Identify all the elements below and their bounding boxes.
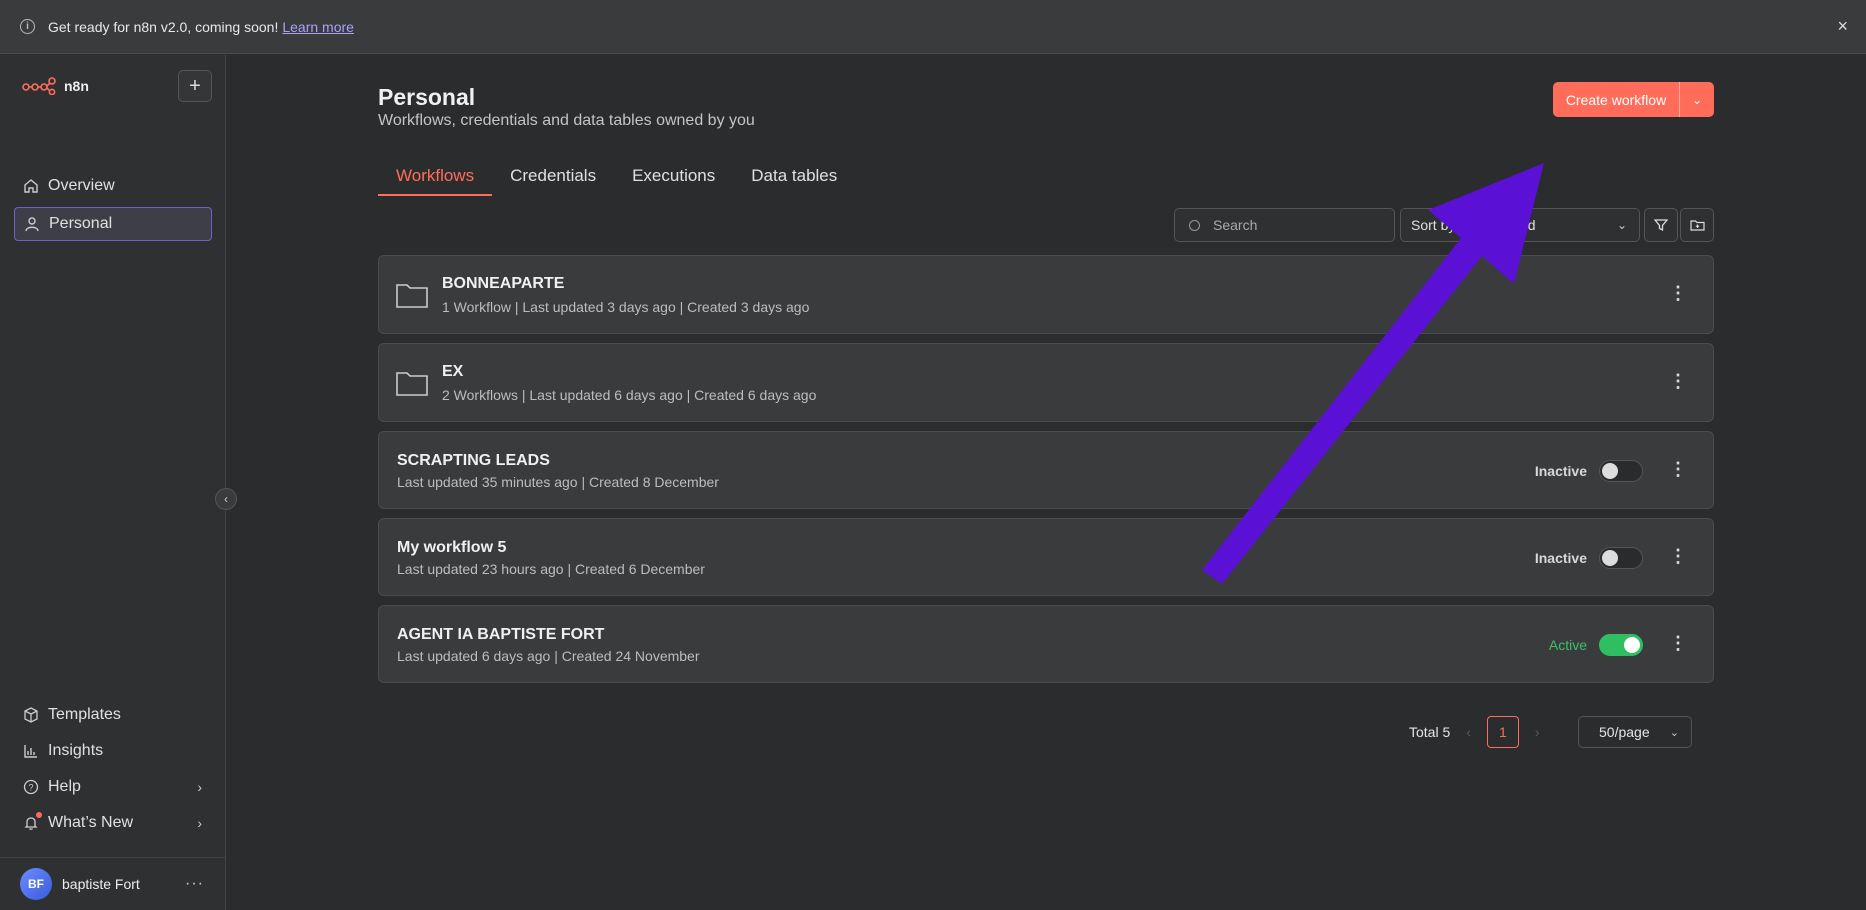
sidebar-item-label: Overview <box>48 177 115 194</box>
sidebar-item-whats-new[interactable]: What’s New › <box>14 806 212 840</box>
workflow-meta: Last updated 23 hours ago | Created 6 De… <box>397 561 705 577</box>
search-icon <box>1189 219 1200 231</box>
workflow-name[interactable]: AGENT IA BAPTISTE FORT <box>397 626 604 644</box>
learn-more-link[interactable]: Learn more <box>282 19 354 35</box>
workflow-status: Inactive <box>1534 463 1587 479</box>
tab-credentials[interactable]: Credentials <box>492 160 614 196</box>
create-workflow-button[interactable]: Create workflow ⌄ <box>1553 82 1714 117</box>
workflow-card[interactable]: SCRAPTING LEADS Last updated 35 minutes … <box>378 431 1714 509</box>
workflow-card[interactable]: AGENT IA BAPTISTE FORT Last updated 6 da… <box>378 605 1714 683</box>
prev-page-icon[interactable]: ‹ <box>1466 724 1471 740</box>
more-vertical-icon[interactable]: ⋮ <box>1669 633 1687 654</box>
sort-value: Sort by last updated <box>1411 217 1536 233</box>
n8n-logo[interactable]: n8n <box>22 77 89 95</box>
sidebar-item-label: Templates <box>48 706 121 723</box>
box-icon <box>22 707 40 723</box>
page-subtitle: Workflows, credentials and data tables o… <box>378 112 755 129</box>
sidebar-item-overview[interactable]: Overview <box>14 169 212 203</box>
next-page-icon[interactable]: › <box>1535 724 1540 740</box>
workflow-status: Active <box>1548 637 1587 653</box>
folder-card[interactable]: EX 2 Workflows | Last updated 6 days ago… <box>378 343 1714 422</box>
folder-meta: 1 Workflow | Last updated 3 days ago | C… <box>442 299 810 315</box>
workflow-status: Inactive <box>1534 550 1587 566</box>
add-button[interactable]: + <box>178 70 212 102</box>
more-vertical-icon[interactable]: ⋮ <box>1669 283 1687 304</box>
avatar: BF <box>20 868 52 900</box>
per-page-value: 50/page <box>1599 724 1650 740</box>
tab-bar: Workflows Credentials Executions Data ta… <box>378 160 855 196</box>
svg-text:?: ? <box>28 783 33 793</box>
chevron-down-icon: ⌄ <box>1669 726 1679 739</box>
create-workflow-label[interactable]: Create workflow <box>1553 92 1679 108</box>
question-icon: ? <box>22 779 40 795</box>
folder-icon <box>396 372 428 396</box>
folder-icon <box>396 284 428 308</box>
close-icon[interactable]: × <box>1837 16 1848 37</box>
tab-data-tables[interactable]: Data tables <box>733 160 855 196</box>
sidebar-item-insights[interactable]: Insights <box>14 734 212 768</box>
folder-plus-icon <box>1689 220 1705 231</box>
more-icon[interactable]: ··· <box>185 875 204 893</box>
filter-icon <box>1654 219 1668 232</box>
chevron-right-icon: › <box>197 815 202 831</box>
folder-name[interactable]: EX <box>442 363 463 381</box>
sidebar-item-personal[interactable]: Personal <box>14 207 212 241</box>
page-number[interactable]: 1 <box>1486 716 1519 748</box>
activation-toggle[interactable] <box>1599 547 1643 569</box>
workflow-card[interactable]: My workflow 5 Last updated 23 hours ago … <box>378 518 1714 596</box>
sidebar-item-label: Insights <box>48 742 104 759</box>
bar-chart-icon <box>22 743 40 759</box>
per-page-select[interactable]: 50/page ⌄ <box>1578 716 1692 748</box>
sidebar-item-help[interactable]: ? Help › <box>14 770 212 804</box>
folder-card[interactable]: BONNEAPARTE 1 Workflow | Last updated 3 … <box>378 255 1714 334</box>
page-title: Personal <box>378 84 476 110</box>
folder-meta: 2 Workflows | Last updated 6 days ago | … <box>442 387 817 403</box>
chevron-down-icon: ⌄ <box>1616 218 1627 232</box>
search-input[interactable]: Search <box>1174 208 1395 242</box>
notification-dot <box>36 812 42 818</box>
activation-toggle[interactable] <box>1599 460 1643 482</box>
sidebar: n8n + Overview Personal Templates Insigh… <box>0 55 226 910</box>
tab-executions[interactable]: Executions <box>614 160 733 196</box>
n8n-logo-icon <box>22 77 56 95</box>
sidebar-item-label: Help <box>48 778 81 795</box>
tab-workflows[interactable]: Workflows <box>378 160 493 196</box>
pagination: Total 5 ‹ 1 › <box>1409 716 1556 748</box>
filter-button[interactable] <box>1644 208 1678 242</box>
search-placeholder: Search <box>1213 217 1258 233</box>
more-vertical-icon[interactable]: ⋮ <box>1669 371 1687 392</box>
sort-select[interactable]: Sort by last updated ⌄ <box>1400 208 1640 242</box>
info-icon: i <box>20 19 35 34</box>
banner-text: Get ready for n8n v2.0, coming soon! <box>48 18 279 35</box>
total-count: Total 5 <box>1409 724 1451 740</box>
workflow-meta: Last updated 6 days ago | Created 24 Nov… <box>397 648 700 664</box>
collapse-sidebar-icon[interactable]: ‹ <box>215 488 237 510</box>
workflow-name[interactable]: SCRAPTING LEADS <box>397 452 550 470</box>
chevron-down-icon[interactable]: ⌄ <box>1680 93 1714 107</box>
brand-name: n8n <box>64 78 89 94</box>
chevron-right-icon: › <box>197 779 202 795</box>
more-vertical-icon[interactable]: ⋮ <box>1669 546 1687 567</box>
workflow-meta: Last updated 35 minutes ago | Created 8 … <box>397 474 719 490</box>
sidebar-item-label: Personal <box>49 215 113 232</box>
sidebar-item-label: What’s New <box>48 814 134 831</box>
workflow-name[interactable]: My workflow 5 <box>397 539 506 557</box>
folder-name[interactable]: BONNEAPARTE <box>442 275 564 293</box>
home-icon <box>22 178 40 194</box>
user-icon <box>23 216 41 232</box>
more-vertical-icon[interactable]: ⋮ <box>1669 459 1687 480</box>
user-name: baptiste Fort <box>62 876 140 892</box>
new-folder-button[interactable] <box>1680 208 1714 242</box>
activation-toggle[interactable] <box>1599 634 1643 656</box>
announcement-banner: i Get ready for n8n v2.0, coming soon! L… <box>0 0 1866 54</box>
sidebar-item-templates[interactable]: Templates <box>14 698 212 732</box>
user-menu[interactable]: BF baptiste Fort ··· <box>0 857 226 910</box>
